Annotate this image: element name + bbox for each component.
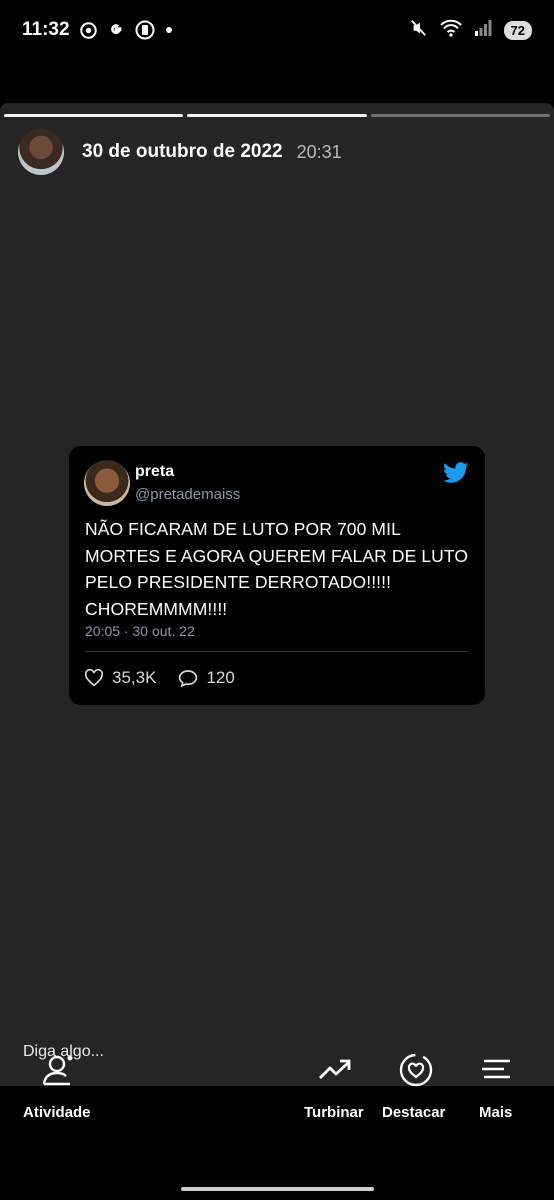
battery-badge: 72 xyxy=(503,20,532,40)
progress-segment xyxy=(4,114,184,117)
tweet-text-line: MORTES E AGORA QUEREM FALAR DE LUTO xyxy=(85,545,469,566)
nav-more[interactable]: Mais xyxy=(479,1090,512,1121)
tweet-text-line: NÃO FICARAM DE LUTO POR 700 MIL xyxy=(85,519,401,539)
highlight-heart-icon[interactable] xyxy=(398,1052,434,1093)
tweet-text-line: PELO PRESIDENTE DERROTADO!!!!! xyxy=(85,572,392,592)
tweet-text-line: CHOREMMMM!!!! xyxy=(85,598,228,619)
status-left: 11:32 xyxy=(22,19,173,41)
wifi-icon xyxy=(439,19,462,42)
google-icon xyxy=(107,21,125,39)
nav-highlight-label: Destacar xyxy=(382,1104,446,1121)
tweet-likes-count: 35,3K xyxy=(112,668,157,687)
tweet-text: NÃO FICARAM DE LUTO POR 700 MIL MORTES E… xyxy=(85,516,473,622)
tweet-card: preta @pretademaiss NÃO FICARAM DE LUTO … xyxy=(69,446,485,705)
nav-highlight[interactable]: Destacar xyxy=(382,1090,445,1121)
status-time: 11:32 xyxy=(22,19,70,40)
profile-avatar[interactable] xyxy=(18,129,64,175)
story-header: 30 de outubro de 2022 20:31 xyxy=(18,129,342,175)
story-time: 20:31 xyxy=(296,141,342,162)
home-indicator[interactable] xyxy=(181,1187,374,1191)
story-progress xyxy=(4,114,550,117)
story-date: 30 de outubro de 2022 xyxy=(82,141,283,162)
activity-icon[interactable] xyxy=(40,1052,78,1093)
status-bar: 11:32 72 xyxy=(0,0,554,60)
comment-icon xyxy=(179,669,198,688)
tweet-timestamp: 20:05 · 30 out. 22 xyxy=(85,623,195,639)
nav-activity[interactable]: Atividade xyxy=(23,1090,91,1121)
app-notification-icon xyxy=(135,20,155,40)
progress-segment xyxy=(187,114,367,117)
tweet-replies-count: 120 xyxy=(206,668,235,687)
tweet-author-handle: @pretademaiss xyxy=(135,486,241,503)
twitter-bird-icon xyxy=(443,462,469,489)
tweet-actions: 35,3K 120 xyxy=(84,668,257,688)
tweet-author-name: preta xyxy=(135,463,175,480)
status-right: 72 xyxy=(410,19,532,42)
trending-up-icon[interactable] xyxy=(318,1058,352,1087)
tweet-replies: 120 xyxy=(178,668,235,688)
mute-icon xyxy=(410,19,428,42)
tweet-avatar xyxy=(84,460,130,506)
more-menu-icon[interactable] xyxy=(480,1058,512,1085)
dot-icon xyxy=(165,26,173,34)
chrome-icon xyxy=(79,21,97,39)
nav-boost[interactable]: Turbinar xyxy=(304,1090,364,1121)
tweet-likes: 35,3K xyxy=(84,668,156,688)
nav-activity-label: Atividade xyxy=(23,1104,91,1121)
nav-more-label: Mais xyxy=(479,1104,513,1121)
heart-icon xyxy=(84,669,104,687)
progress-segment xyxy=(370,114,550,117)
signal-icon xyxy=(474,19,492,41)
nav-boost-label: Turbinar xyxy=(304,1104,364,1121)
tweet-divider xyxy=(85,651,469,652)
